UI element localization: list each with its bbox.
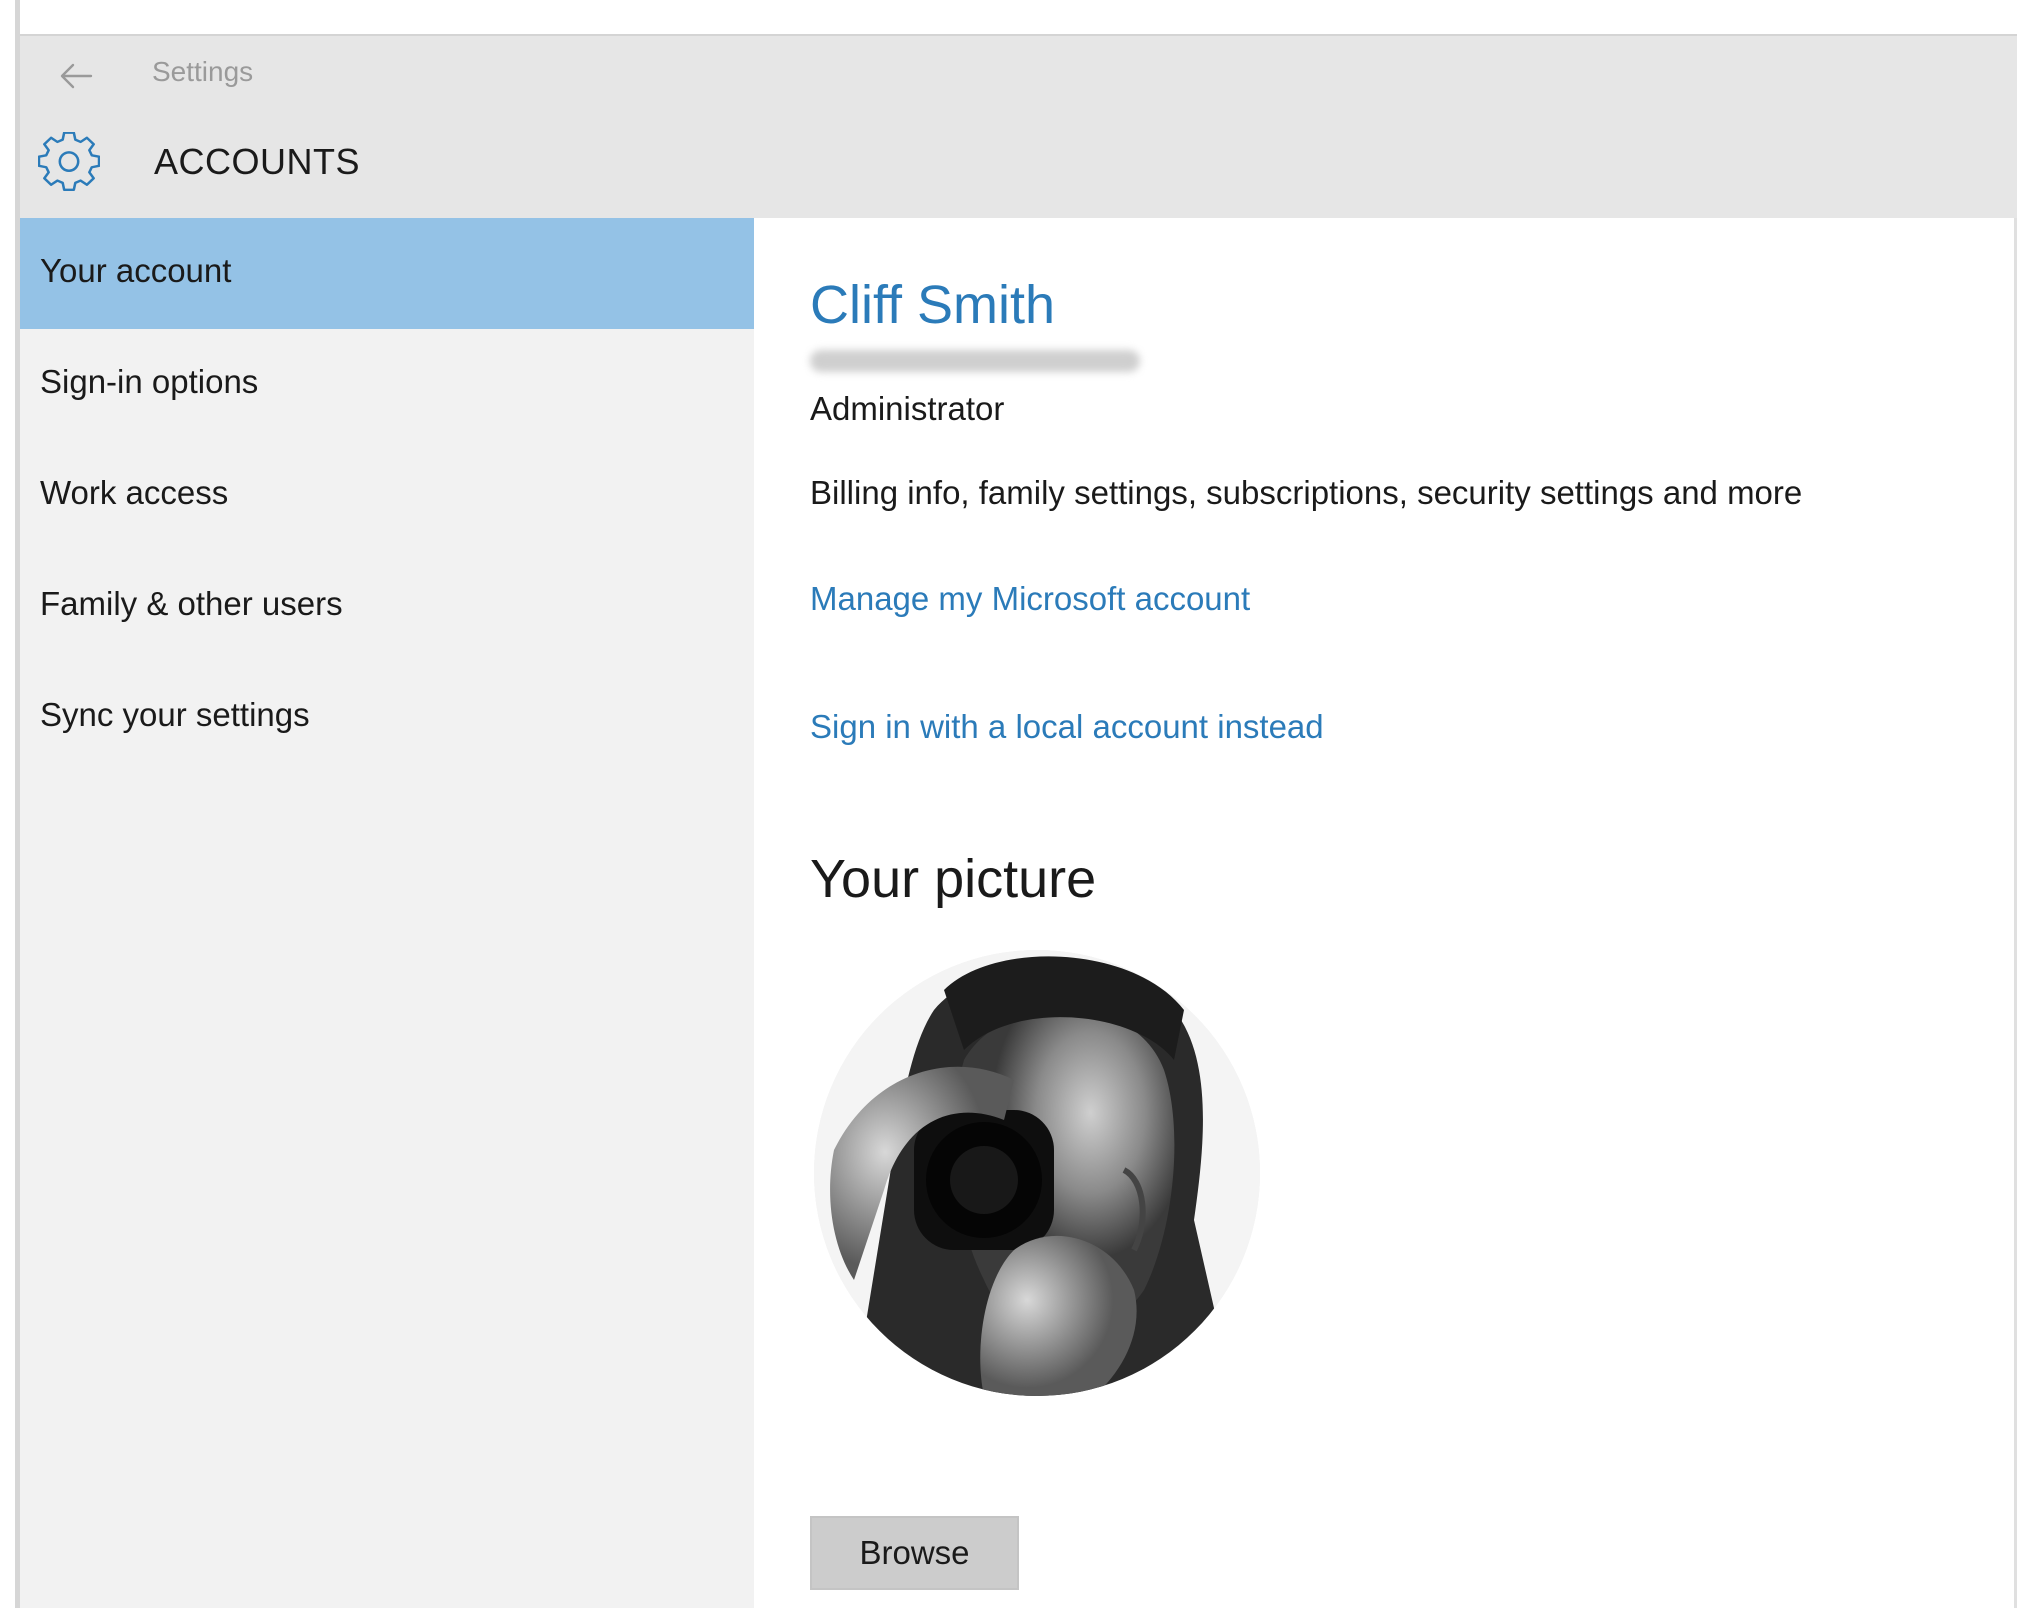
account-role: Administrator (810, 390, 1005, 427)
sidebar-item-work-access[interactable]: Work access (20, 440, 754, 551)
manage-microsoft-account-link[interactable]: Manage my Microsoft account (810, 580, 1250, 618)
avatar (814, 950, 1260, 1396)
gear-icon (38, 132, 100, 191)
window-top-strip (20, 0, 2017, 36)
arrow-left-icon (60, 63, 93, 89)
sidebar: Your account Sign-in options Work access… (20, 218, 754, 1608)
billing-description: Billing info, family settings, subscript… (810, 474, 1803, 511)
sidebar-item-label: Family & other users (40, 585, 343, 622)
picture-heading: Your picture (810, 849, 1097, 909)
header: Settings ACCOUNTS (20, 36, 2017, 218)
sidebar-item-label: Sync your settings (40, 696, 310, 733)
back-button[interactable] (48, 52, 104, 100)
sidebar-item-label: Work access (40, 474, 229, 511)
sidebar-item-label: Sign-in options (40, 363, 259, 400)
section-title: ACCOUNTS (154, 141, 361, 182)
sidebar-item-label: Your account (40, 252, 232, 289)
sidebar-item-your-account[interactable]: Your account (20, 218, 754, 329)
account-content: Cliff Smith Administrator Billing info, … (754, 218, 2017, 1608)
local-account-link[interactable]: Sign in with a local account instead (810, 708, 1324, 746)
sidebar-item-sign-in-options[interactable]: Sign-in options (20, 329, 754, 440)
email-redacted (810, 350, 1140, 372)
sidebar-item-family-other-users[interactable]: Family & other users (20, 551, 754, 662)
settings-window: Settings ACCOUNTS Your account Sign-in o… (0, 0, 2017, 1608)
sidebar-item-sync-settings[interactable]: Sync your settings (20, 662, 754, 773)
user-name: Cliff Smith (810, 275, 1056, 335)
window-title: Settings (152, 56, 254, 87)
avatar-photo (814, 950, 1260, 1396)
browse-button[interactable]: Browse (810, 1516, 1019, 1590)
